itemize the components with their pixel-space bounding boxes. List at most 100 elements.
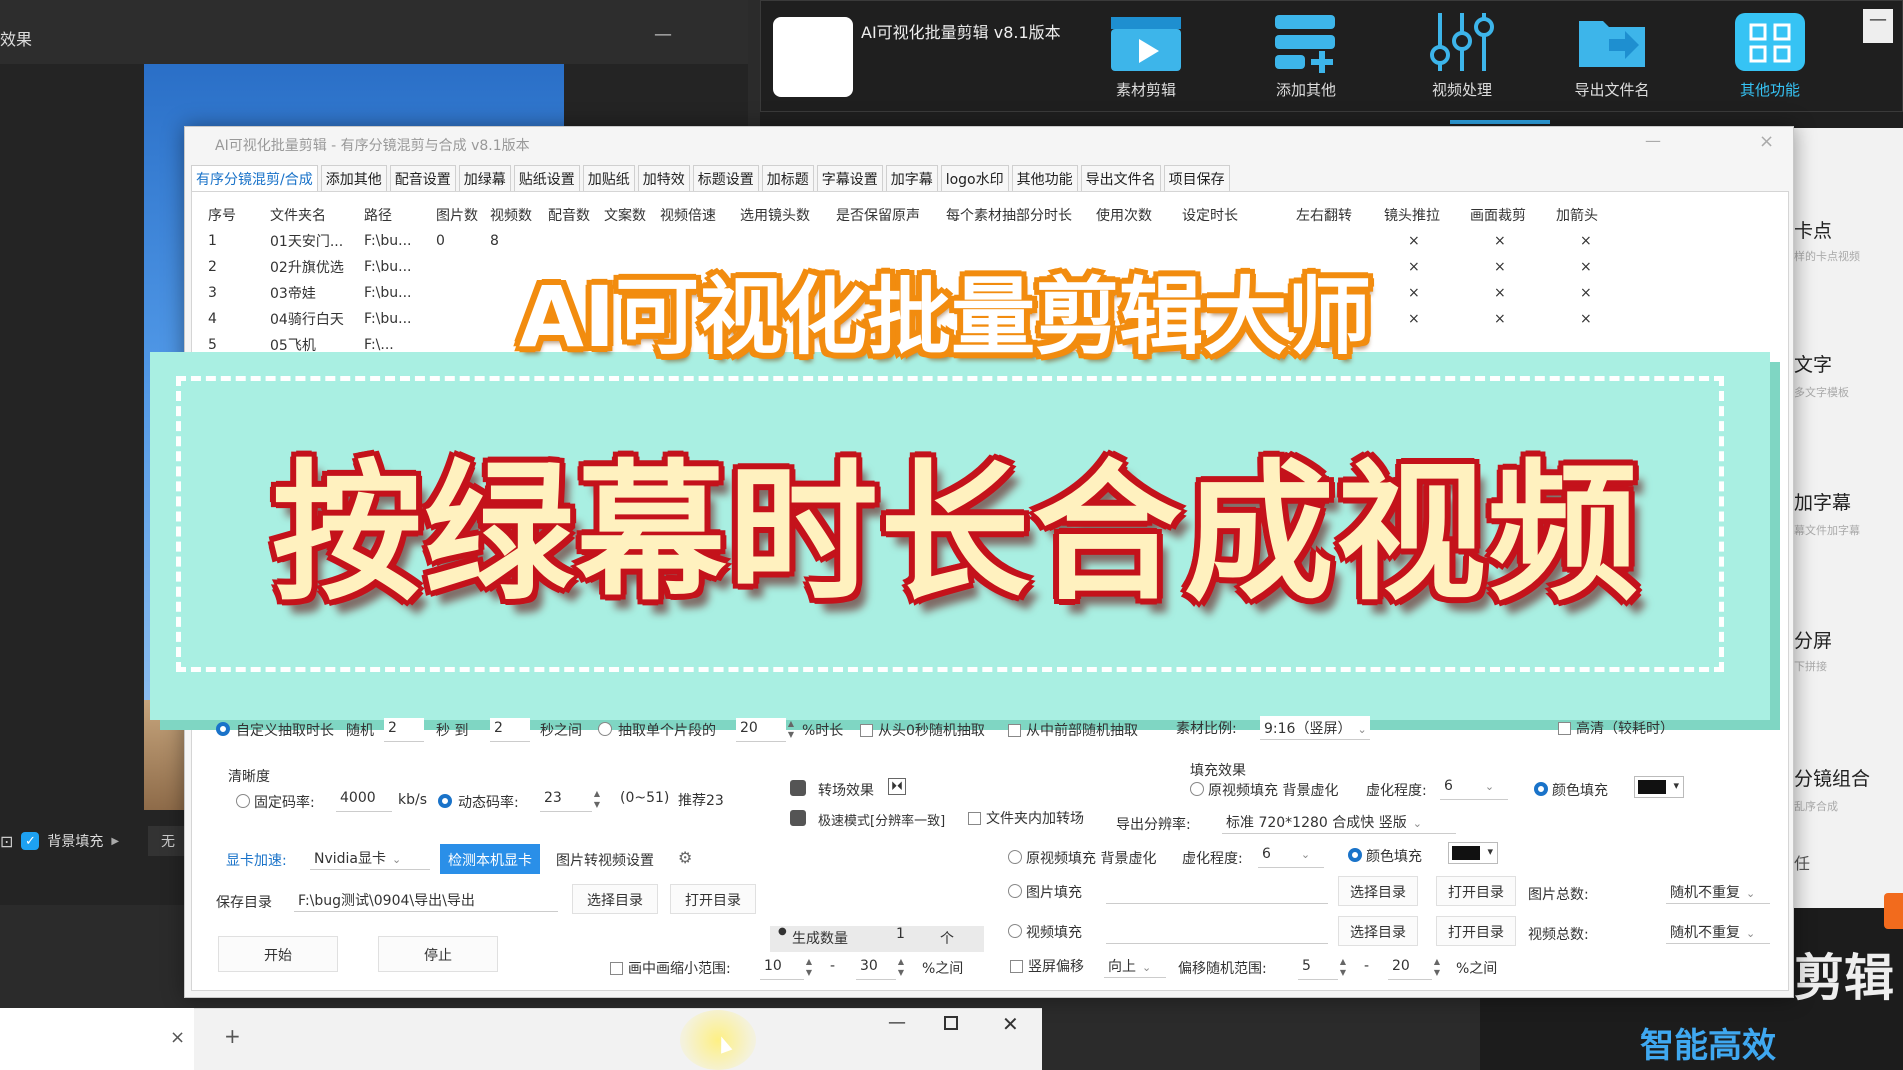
side-item-shot-combine[interactable]: 分镜组合 [1794, 764, 1870, 791]
fast-mode-checkbox[interactable] [790, 810, 806, 826]
video-fill-radio[interactable] [1008, 924, 1022, 938]
side-item-split[interactable]: 分屏 [1794, 626, 1832, 653]
transition-settings-icon[interactable]: ⏵⏴ [888, 778, 907, 795]
dynamic-rate-radio[interactable] [438, 794, 452, 808]
fixed-rate-input[interactable]: 4000 [336, 788, 392, 812]
bottom-tab[interactable] [0, 1008, 194, 1070]
nav-material-edit[interactable]: 素材剪辑 [1091, 11, 1201, 106]
crop-icon[interactable]: ⊡ [0, 832, 13, 851]
tab-export-filename[interactable]: 导出文件名 [1080, 165, 1161, 191]
tab-logo-watermark[interactable]: logo水印 [940, 165, 1009, 191]
single-pct-radio[interactable] [598, 722, 612, 736]
tab-dubbing[interactable]: 配音设置 [389, 165, 456, 191]
pct-spinner[interactable]: ▲ ▼ [786, 718, 796, 742]
tab-add-subtitle[interactable]: 加字幕 [885, 165, 938, 191]
chevron-down-icon: ⌄ [1746, 887, 1756, 900]
choose-dir-button[interactable]: 选择目录 [572, 884, 658, 914]
orig-fill-radio-2[interactable] [1008, 850, 1022, 864]
img-choose-dir-button[interactable]: 选择目录 [1338, 876, 1418, 906]
save-dir-input[interactable]: F:\bug测试\0904\导出\导出 [294, 888, 558, 912]
maximize-icon[interactable] [944, 1016, 958, 1030]
close-tab-icon[interactable]: × [170, 1027, 185, 1048]
from-zero-checkbox[interactable] [860, 724, 873, 737]
pip-to-input[interactable]: 30 [856, 956, 896, 980]
ratio-label: 素材比例: [1176, 721, 1237, 737]
tab-add-title[interactable]: 加标题 [761, 165, 814, 191]
img-open-dir-button[interactable]: 打开目录 [1436, 876, 1516, 906]
pip-from-spinner[interactable]: ▲ ▼ [804, 956, 814, 980]
side-item-subtitle[interactable]: 加字幕 [1794, 488, 1851, 515]
new-tab-icon[interactable]: + [224, 1024, 241, 1048]
bg-fill-none-button[interactable]: 无 [148, 826, 188, 856]
img2video-label[interactable]: 图片转视频设置 [556, 850, 654, 870]
checkbox-checked-icon[interactable]: ✓ [21, 832, 40, 850]
vid-choose-dir-button[interactable]: 选择目录 [1338, 916, 1418, 946]
video-total-select[interactable]: 随机不重复 ⌄ [1666, 920, 1770, 944]
close-icon[interactable]: ✕ [1002, 1012, 1019, 1036]
nav-add-other[interactable]: 添加其他 [1251, 11, 1361, 106]
color-swatch-1[interactable]: ▾ [1634, 776, 1684, 798]
transition-checkbox[interactable] [790, 780, 806, 796]
tab-add-other[interactable]: 添加其他 [320, 165, 387, 191]
offset-to-spinner[interactable]: ▲ ▼ [1432, 956, 1442, 980]
vid-open-dir-button[interactable]: 打开目录 [1436, 916, 1516, 946]
open-dir-button[interactable]: 打开目录 [670, 884, 756, 914]
from-mid-checkbox[interactable] [1008, 724, 1021, 737]
dyn-spinner[interactable]: ▲ ▼ [592, 788, 602, 812]
pip-to-spinner[interactable]: ▲ ▼ [896, 956, 906, 980]
tab-ordered-mix[interactable]: 有序分镜混剪/合成 [191, 165, 318, 191]
fixed-rate-radio[interactable] [236, 794, 250, 808]
pct-input[interactable]: 20 [736, 718, 786, 742]
hd-checkbox[interactable] [1558, 722, 1571, 735]
offset-from-spinner[interactable]: ▲ ▼ [1338, 956, 1348, 980]
tab-title-settings[interactable]: 标题设置 [692, 165, 759, 191]
nav-video-process[interactable]: 视频处理 [1407, 11, 1517, 106]
offset-from-input[interactable]: 5 [1298, 956, 1338, 980]
offset-to-input[interactable]: 20 [1388, 956, 1432, 980]
sec-from-input[interactable]: 2 [384, 718, 424, 742]
color-fill-radio-1[interactable] [1534, 782, 1548, 796]
sec-to-input[interactable]: 2 [490, 718, 530, 742]
pip-checkbox[interactable] [610, 962, 623, 975]
stop-button[interactable]: 停止 [378, 936, 498, 972]
gear-icon[interactable]: ⚙ [678, 848, 692, 867]
gen-count-input[interactable]: 1 [896, 926, 905, 942]
side-item-task: 任 [1794, 854, 1811, 873]
img-fill-radio[interactable] [1008, 884, 1022, 898]
dialog-minimize-button[interactable]: — [1645, 131, 1661, 150]
tab-subtitle-settings[interactable]: 字幕设置 [816, 165, 883, 191]
blur-select-2[interactable]: 6 ⌄ [1258, 844, 1324, 868]
nav-export-filename[interactable]: 导出文件名 [1557, 11, 1667, 106]
side-item-beat[interactable]: 卡点 [1794, 216, 1832, 243]
side-item-text[interactable]: 文字 [1794, 350, 1832, 377]
pip-from-input[interactable]: 10 [760, 956, 804, 980]
export-res-select[interactable]: 标准 720*1280 合成快 竖版 ⌄ [1222, 810, 1456, 834]
gpu-select[interactable]: Nvidia显卡 ⌄ [310, 846, 430, 870]
minimize-icon[interactable]: — [888, 1012, 906, 1033]
nav-other-functions[interactable]: 其他功能 [1715, 11, 1825, 106]
tab-project-save[interactable]: 项目保存 [1163, 165, 1230, 191]
tab-add-effects[interactable]: 加特效 [637, 165, 690, 191]
img-total-select[interactable]: 随机不重复 ⌄ [1666, 880, 1770, 904]
color-fill-radio-2[interactable] [1348, 848, 1362, 862]
tab-greenscreen[interactable]: 加绿幕 [458, 165, 511, 191]
detect-gpu-button[interactable]: 检测本机显卡 [440, 844, 540, 874]
tab-other-functions[interactable]: 其他功能 [1011, 165, 1078, 191]
start-button[interactable]: 开始 [218, 936, 338, 972]
orig-fill-radio-1[interactable] [1190, 782, 1204, 796]
custom-length-radio[interactable] [216, 722, 230, 736]
minimize-icon[interactable]: — [654, 24, 672, 45]
video-fill-input[interactable] [1106, 920, 1328, 944]
right-minimize-button[interactable]: — [1863, 9, 1893, 43]
folder-trans-checkbox[interactable] [968, 812, 981, 825]
tab-sticker-settings[interactable]: 贴纸设置 [513, 165, 580, 191]
tab-add-sticker[interactable]: 加贴纸 [582, 165, 635, 191]
blur-select-1[interactable]: 6 ⌄ [1440, 776, 1508, 800]
img-fill-input[interactable] [1106, 880, 1328, 904]
color-swatch-2[interactable]: ▾ [1448, 842, 1498, 864]
vert-offset-checkbox[interactable] [1010, 960, 1023, 973]
ratio-select[interactable]: 9:16（竖屏） ⌄ [1260, 716, 1370, 740]
direction-select[interactable]: 向上 ⌄ [1104, 954, 1166, 978]
dynamic-rate-input[interactable]: 23 [540, 788, 592, 812]
dialog-close-button[interactable]: × [1759, 131, 1774, 152]
